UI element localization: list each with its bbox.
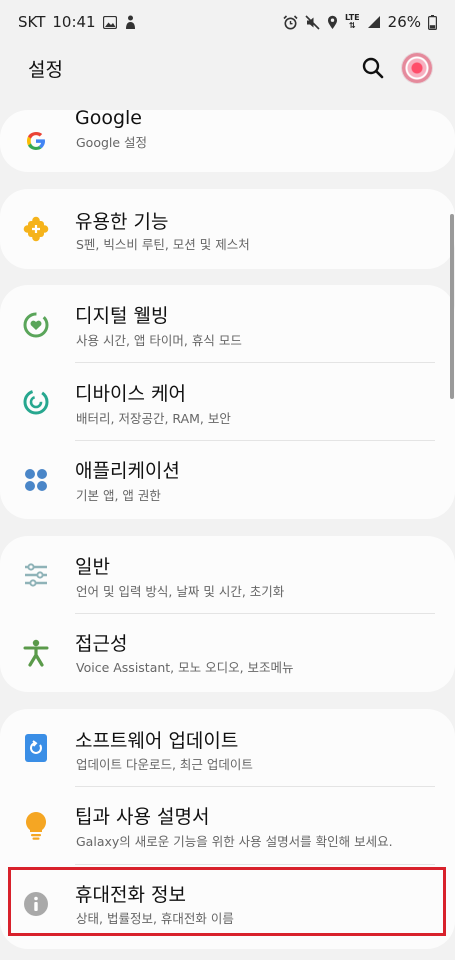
item-title: 디지털 웰빙 xyxy=(75,305,169,327)
item-subtitle: 배터리, 저장공간, RAM, 보안 xyxy=(76,411,231,426)
item-subtitle: 기본 앱, 앱 권한 xyxy=(76,488,161,503)
settings-item-advanced-features[interactable]: 유용한 기능 S펜, 빅스비 루틴, 모션 및 제스처 xyxy=(0,190,455,268)
settings-item-digital-wellbeing[interactable]: 디지털 웰빙 사용 시간, 앱 타이머, 휴식 모드 xyxy=(0,286,455,364)
settings-item-tips[interactable]: 팁과 사용 설명서 Galaxy의 새로운 기능을 위한 사용 설명서를 확인해… xyxy=(0,787,455,865)
search-button[interactable] xyxy=(359,54,387,82)
software-update-icon xyxy=(22,734,50,762)
search-icon xyxy=(362,57,384,79)
lte-icon: LTE ⇅ xyxy=(345,14,360,30)
accessibility-icon xyxy=(22,639,50,667)
data-arrows-icon: ⇅ xyxy=(348,21,356,30)
item-title: 유용한 기능 xyxy=(75,211,169,233)
carrier-label: SKT xyxy=(18,13,46,31)
settings-item-software-update[interactable]: 소프트웨어 업데이트 업데이트 다운로드, 최근 업데이트 xyxy=(0,709,455,787)
clock: 10:41 xyxy=(52,13,96,31)
image-notification-icon xyxy=(102,15,117,29)
google-icon xyxy=(22,127,50,155)
item-subtitle: Google 설정 xyxy=(76,135,148,150)
item-title: 디바이스 케어 xyxy=(75,383,186,405)
item-title: 팁과 사용 설명서 xyxy=(75,806,210,828)
settings-item-device-care[interactable]: 디바이스 케어 배터리, 저장공간, RAM, 보안 xyxy=(0,363,455,441)
item-subtitle: 사용 시간, 앱 타이머, 휴식 모드 xyxy=(76,333,242,348)
settings-item-apps[interactable]: 애플리케이션 기본 앱, 앱 권한 xyxy=(0,441,455,519)
gesture-notification-icon xyxy=(124,15,137,30)
status-bar: SKT 10:41 LTE ⇅ 26% xyxy=(0,0,455,44)
avatar[interactable] xyxy=(402,53,432,83)
puzzle-icon xyxy=(22,215,50,243)
device-care-icon xyxy=(22,388,50,416)
settings-card-device: 디지털 웰빙 사용 시간, 앱 타이머, 휴식 모드 디바이스 케어 배터리, … xyxy=(0,285,455,519)
digital-wellbeing-icon xyxy=(22,311,50,339)
settings-card-advanced: 유용한 기능 S펜, 빅스비 루틴, 모션 및 제스처 xyxy=(0,189,455,269)
alarm-icon xyxy=(283,14,298,30)
item-title: 접근성 xyxy=(75,633,128,655)
item-subtitle: 업데이트 다운로드, 최근 업데이트 xyxy=(76,757,253,772)
lightbulb-icon xyxy=(22,812,50,840)
signal-icon xyxy=(367,15,381,29)
settings-item-google[interactable]: Google Google 설정 xyxy=(0,102,455,180)
item-subtitle: 언어 및 입력 방식, 날짜 및 시간, 초기화 xyxy=(76,584,285,599)
settings-card-google: Google Google 설정 xyxy=(0,107,455,172)
page-title: 설정 xyxy=(28,59,63,81)
battery-percent: 26% xyxy=(387,13,421,31)
settings-card-general: 일반 언어 및 입력 방식, 날짜 및 시간, 초기화 접근성 Voice As… xyxy=(0,536,455,692)
app-bar: 설정 xyxy=(0,44,455,92)
apps-icon xyxy=(22,466,50,494)
settings-item-general-management[interactable]: 일반 언어 및 입력 방식, 날짜 및 시간, 초기화 xyxy=(0,536,455,614)
item-subtitle: S펜, 빅스비 루틴, 모션 및 제스처 xyxy=(76,237,250,252)
scrollbar[interactable] xyxy=(450,214,454,399)
item-title: 소프트웨어 업데이트 xyxy=(75,730,239,752)
highlight-box xyxy=(8,867,446,936)
sliders-icon xyxy=(22,561,50,589)
battery-icon xyxy=(428,14,437,30)
item-title: 애플리케이션 xyxy=(75,460,180,482)
mute-icon xyxy=(305,14,320,30)
item-subtitle: Voice Assistant, 모노 오디오, 보조메뉴 xyxy=(76,660,294,675)
location-icon xyxy=(327,15,338,30)
item-title: Google xyxy=(75,107,143,129)
item-subtitle: Galaxy의 새로운 기능을 위한 사용 설명서를 확인해 보세요. xyxy=(76,834,393,849)
item-title: 일반 xyxy=(75,556,110,578)
settings-item-accessibility[interactable]: 접근성 Voice Assistant, 모노 오디오, 보조메뉴 xyxy=(0,614,455,692)
